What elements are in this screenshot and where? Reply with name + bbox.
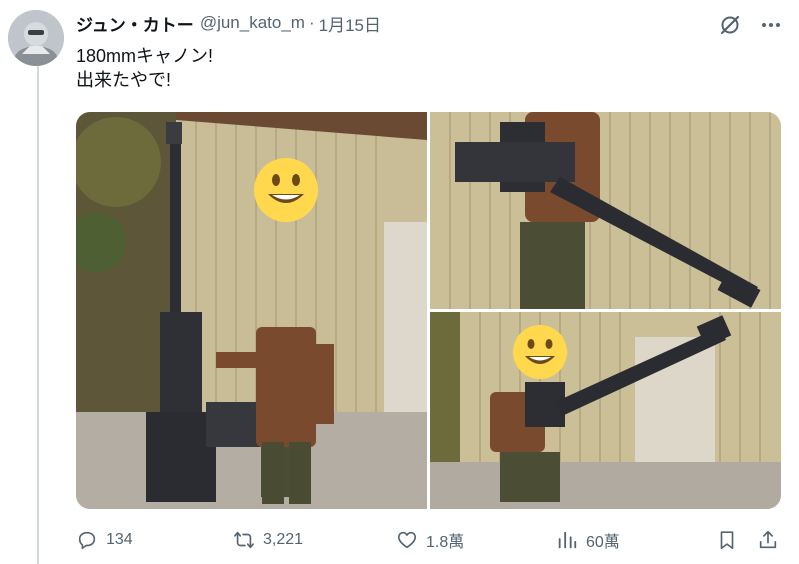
view-count: 60萬 [586,534,620,551]
media-grid [76,112,781,509]
author-name[interactable]: ジュン・カトー [76,11,194,36]
like-icon [397,531,417,549]
tweet-text-line-2: 出来たやで! [76,70,172,90]
photo-holding-cannon[interactable] [430,112,781,309]
share-button[interactable] [757,522,779,558]
more-icon [762,23,780,27]
author-handle[interactable]: @jun_kato_m [200,13,305,33]
repost-count: 3,221 [263,531,304,548]
separator: · [308,13,315,32]
tweet-text: 180mmキャノン! 出来たやで! [76,44,213,92]
avatar[interactable] [8,10,64,66]
like-button[interactable]: 1.8萬 [396,522,464,558]
like-count: 1.8萬 [426,534,465,551]
repost-button[interactable]: 3,221 [233,522,303,558]
tweet-header: ジュン・カトー @jun_kato_m · 1月15日 [76,11,381,36]
reply-count: 134 [106,531,133,548]
more-button[interactable] [755,9,787,41]
reply-icon [78,531,96,550]
reply-button[interactable]: 134 [76,522,133,558]
photo-standing-with-cannon[interactable] [76,112,427,509]
tweet-text-line-1: 180mmキャノン! [76,46,214,66]
views-button[interactable]: 60萬 [556,522,620,558]
thread-line [37,64,39,564]
grok-icon [720,15,740,35]
post-date[interactable]: 1月15日 [319,11,381,36]
photo-kneeling-with-cannon[interactable] [430,312,781,509]
bookmark-button[interactable] [716,522,738,558]
share-icon [759,530,777,549]
views-icon [558,531,577,549]
repost-icon [234,531,254,549]
grok-button[interactable] [714,9,746,41]
action-bar: 134 3,221 1.8萬 60萬 [0,522,799,558]
bookmark-icon [720,531,734,550]
